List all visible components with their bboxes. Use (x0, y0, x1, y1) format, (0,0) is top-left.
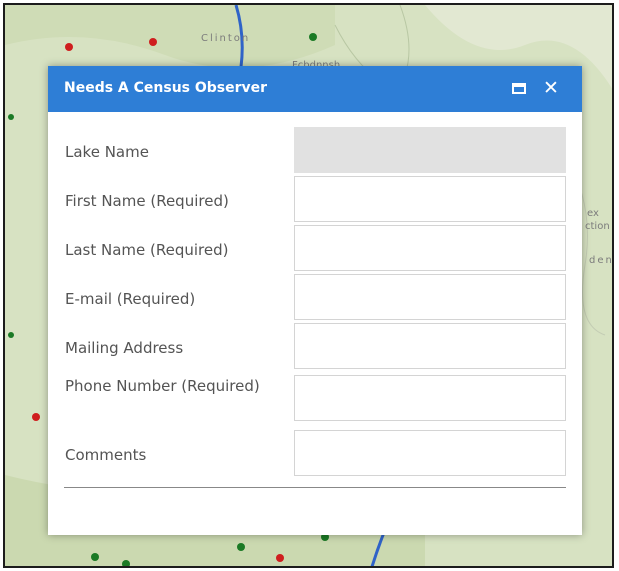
close-icon[interactable]: ✕ (541, 77, 561, 99)
mailing-address-label: Mailing Address (65, 339, 184, 357)
phone-number-label: Phone Number (Required) (65, 377, 260, 395)
comments-label: Comments (65, 446, 147, 464)
first-name-label: First Name (Required) (65, 192, 229, 210)
first-name-field[interactable] (294, 176, 566, 222)
maximize-icon[interactable] (512, 83, 526, 94)
mailing-address-field[interactable] (294, 323, 566, 369)
lake-name-label: Lake Name (65, 143, 149, 161)
census-observer-popup: Needs A Census Observer ✕ Lake Name Firs… (48, 66, 582, 535)
form-divider (64, 487, 566, 488)
map-label-clinton: Clinton (201, 33, 251, 44)
lake-name-field (294, 127, 566, 173)
comments-field[interactable] (294, 430, 566, 476)
email-label: E-mail (Required) (65, 290, 196, 308)
map-label-ction: ction (585, 221, 610, 232)
last-name-field[interactable] (294, 225, 566, 271)
map-label-den: den (589, 255, 614, 266)
email-field[interactable] (294, 274, 566, 320)
last-name-label: Last Name (Required) (65, 241, 229, 259)
phone-number-field[interactable] (294, 375, 566, 421)
screenshot-frame: Clinton Fcbdnnsh ex ction den Needs A Ce… (3, 3, 614, 568)
popup-title: Needs A Census Observer (64, 80, 268, 96)
popup-header: Needs A Census Observer ✕ (48, 66, 582, 112)
map-label-ex: ex (587, 208, 599, 219)
